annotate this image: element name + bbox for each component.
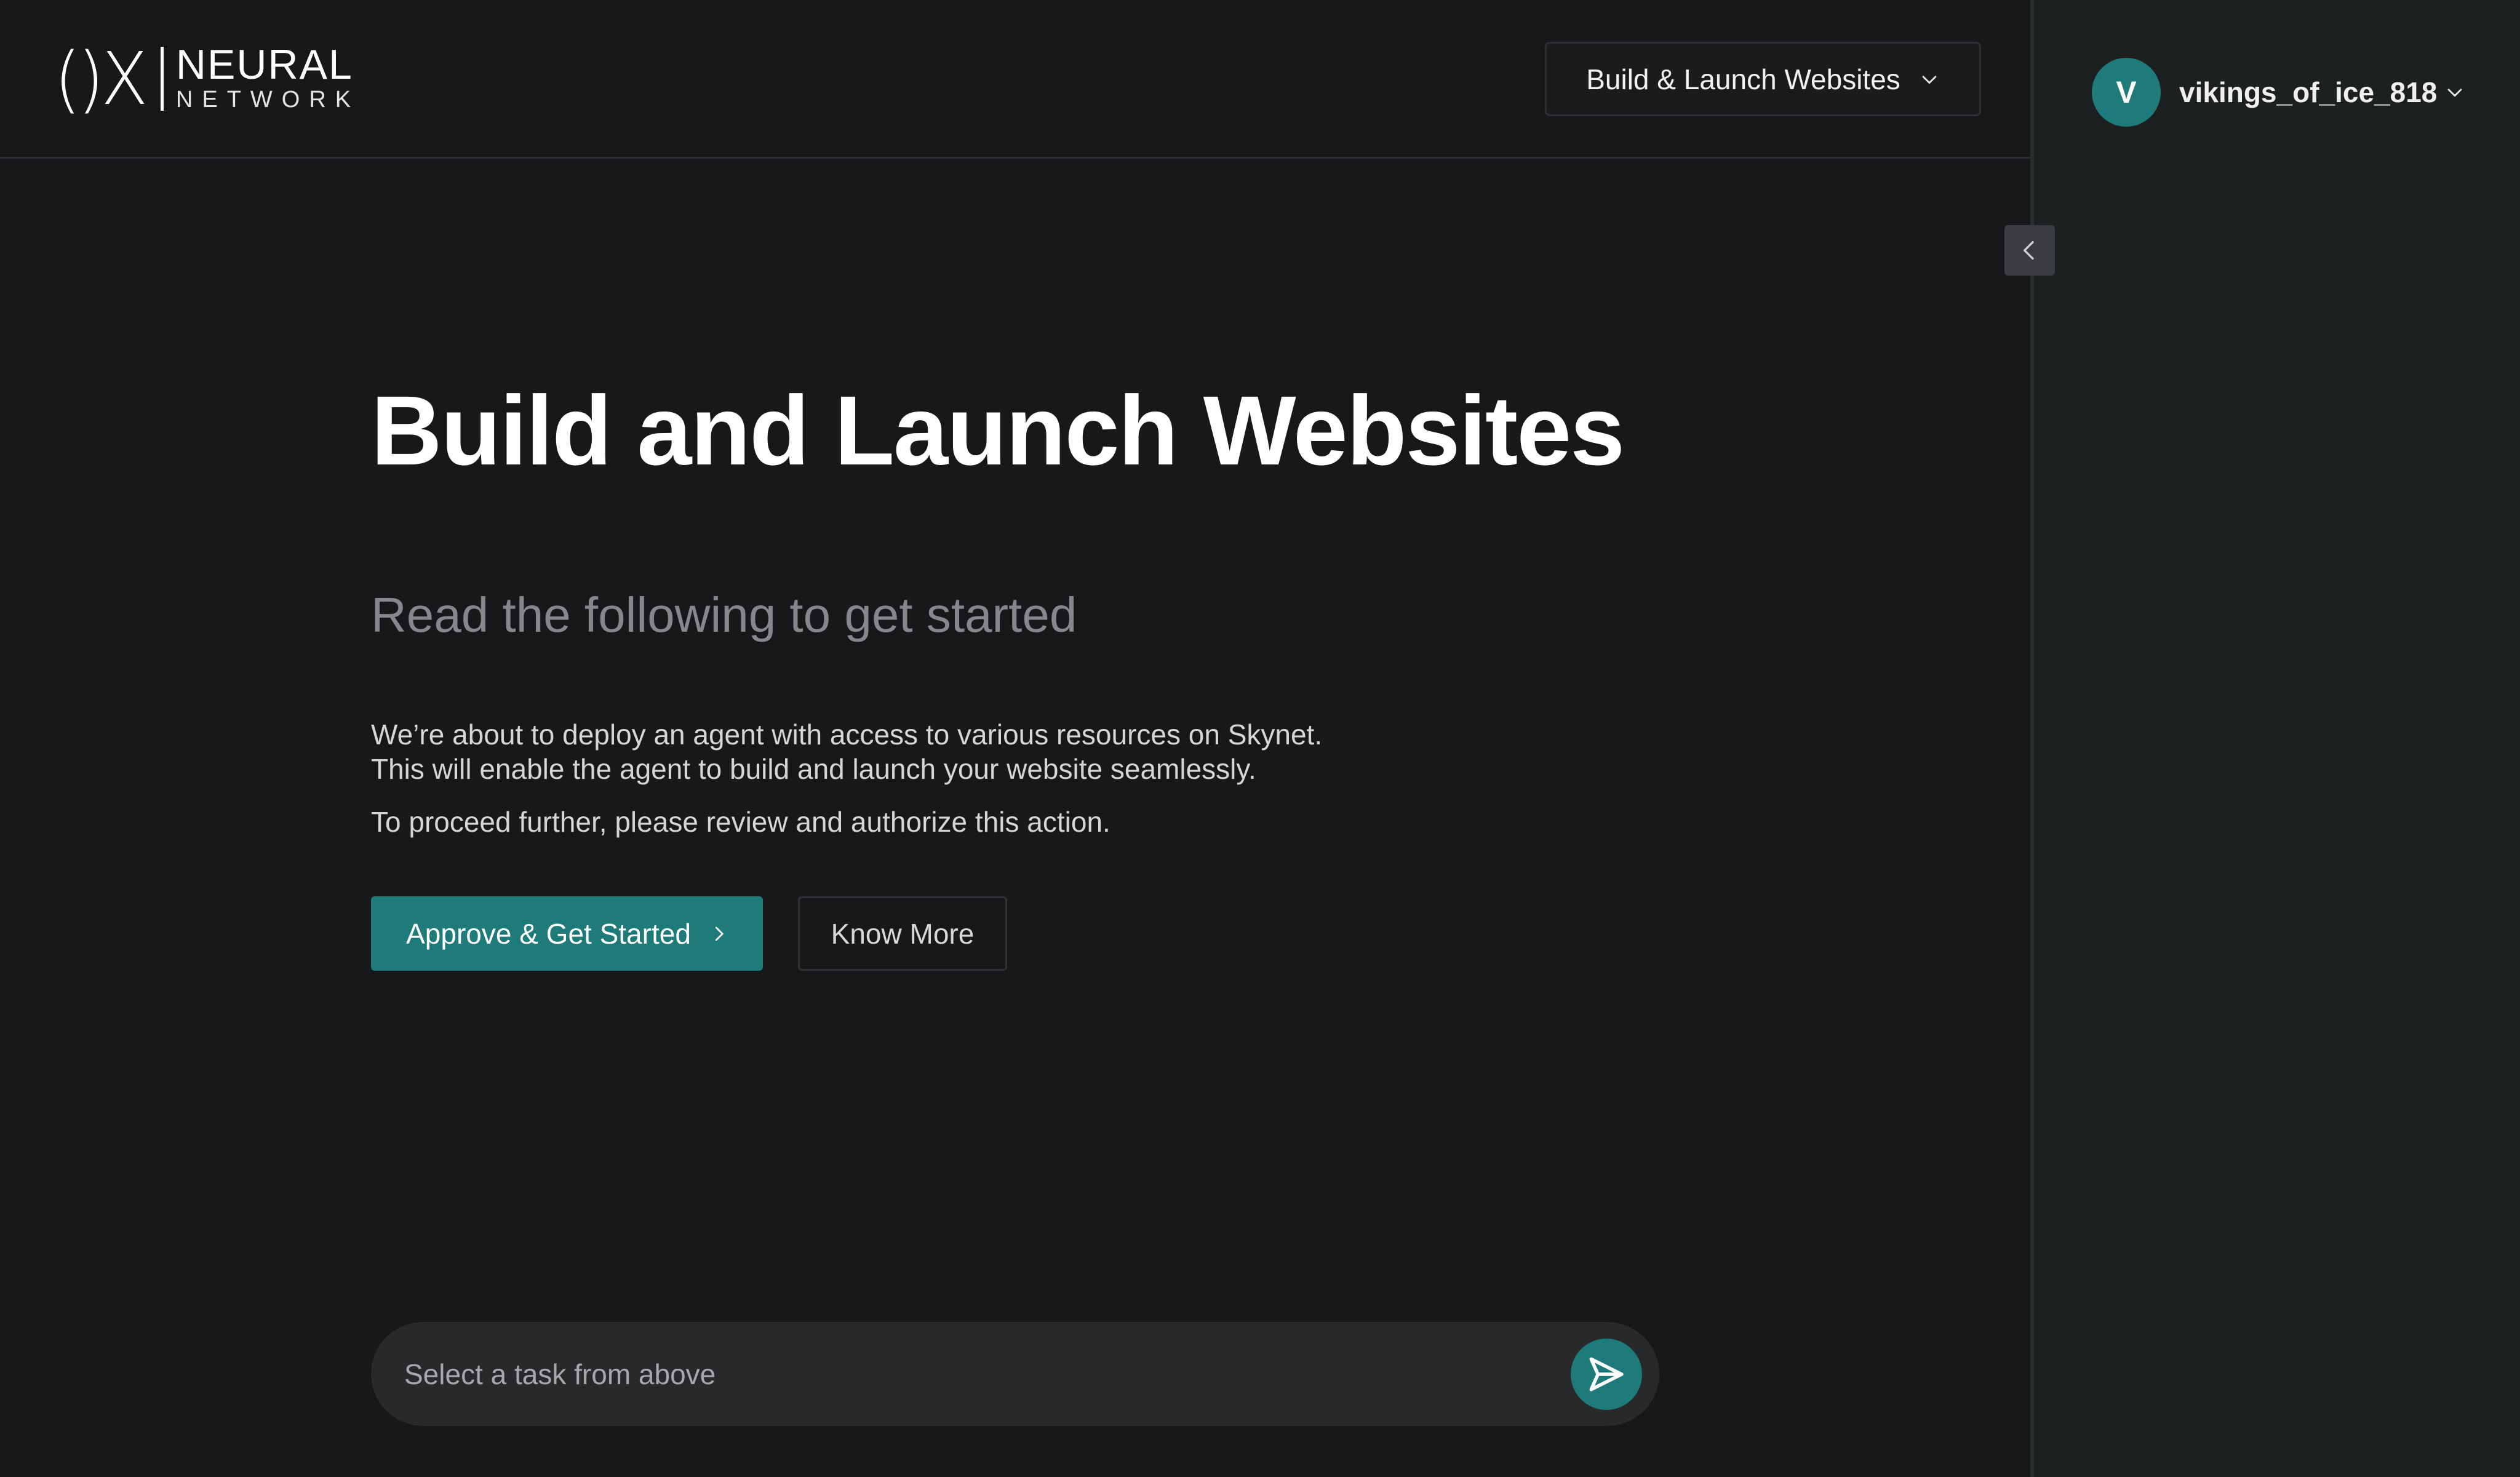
logo-mark: ()X <box>54 36 148 121</box>
chevron-left-icon <box>2024 241 2034 260</box>
username: vikings_of_ice_818 <box>2179 76 2438 108</box>
send-button[interactable] <box>1571 1338 1642 1410</box>
task-input[interactable] <box>403 1356 1571 1391</box>
main-content: Build and Launch Websites Read the follo… <box>371 369 1725 971</box>
page-title: Build and Launch Websites <box>371 375 1625 485</box>
approve-get-started-button[interactable]: Approve & Get Started <box>371 896 763 971</box>
authorization-note: To proceed further, please review and au… <box>371 806 1110 838</box>
main-area: ()X NEURAL NETWORK Build & Launch Websit… <box>0 0 2055 1477</box>
app-window: ()X NEURAL NETWORK Build & Launch Websit… <box>0 0 2520 1477</box>
user-menu[interactable]: V vikings_of_ice_818 <box>2092 58 2465 127</box>
description-line-2: This will enable the agent to build and … <box>371 753 1256 785</box>
chevron-right-icon <box>715 926 724 941</box>
send-icon <box>1589 1357 1624 1391</box>
logo-line2: NETWORK <box>175 87 361 113</box>
right-sidebar: V vikings_of_ice_818 <box>2030 0 2520 1477</box>
avatar: V <box>2092 58 2161 127</box>
know-more-button[interactable]: Know More <box>798 896 1007 971</box>
approve-button-label: Approve & Get Started <box>406 917 691 950</box>
chat-bar <box>371 1322 1659 1426</box>
collapse-sidebar-button[interactable] <box>2004 225 2055 276</box>
logo-line1: NEURAL <box>175 41 353 88</box>
neural-network-logo[interactable]: ()X NEURAL NETWORK <box>52 42 360 116</box>
logo-divider <box>160 47 164 111</box>
logo-text: NEURAL NETWORK <box>176 44 360 114</box>
top-header: ()X NEURAL NETWORK Build & Launch Websit… <box>0 0 2030 159</box>
task-select-label: Build & Launch Websites <box>1586 63 1900 95</box>
description-text: We’re about to deploy an agent with acce… <box>371 717 1322 786</box>
description-line-1: We’re about to deploy an agent with acce… <box>371 719 1323 750</box>
chevron-down-icon <box>1922 75 1937 84</box>
chevron-down-icon <box>2448 89 2462 97</box>
page-subtitle: Read the following to get started <box>371 587 1077 642</box>
task-select-dropdown[interactable]: Build & Launch Websites <box>1545 42 1981 116</box>
action-buttons: Approve & Get Started Know More <box>371 896 1007 971</box>
